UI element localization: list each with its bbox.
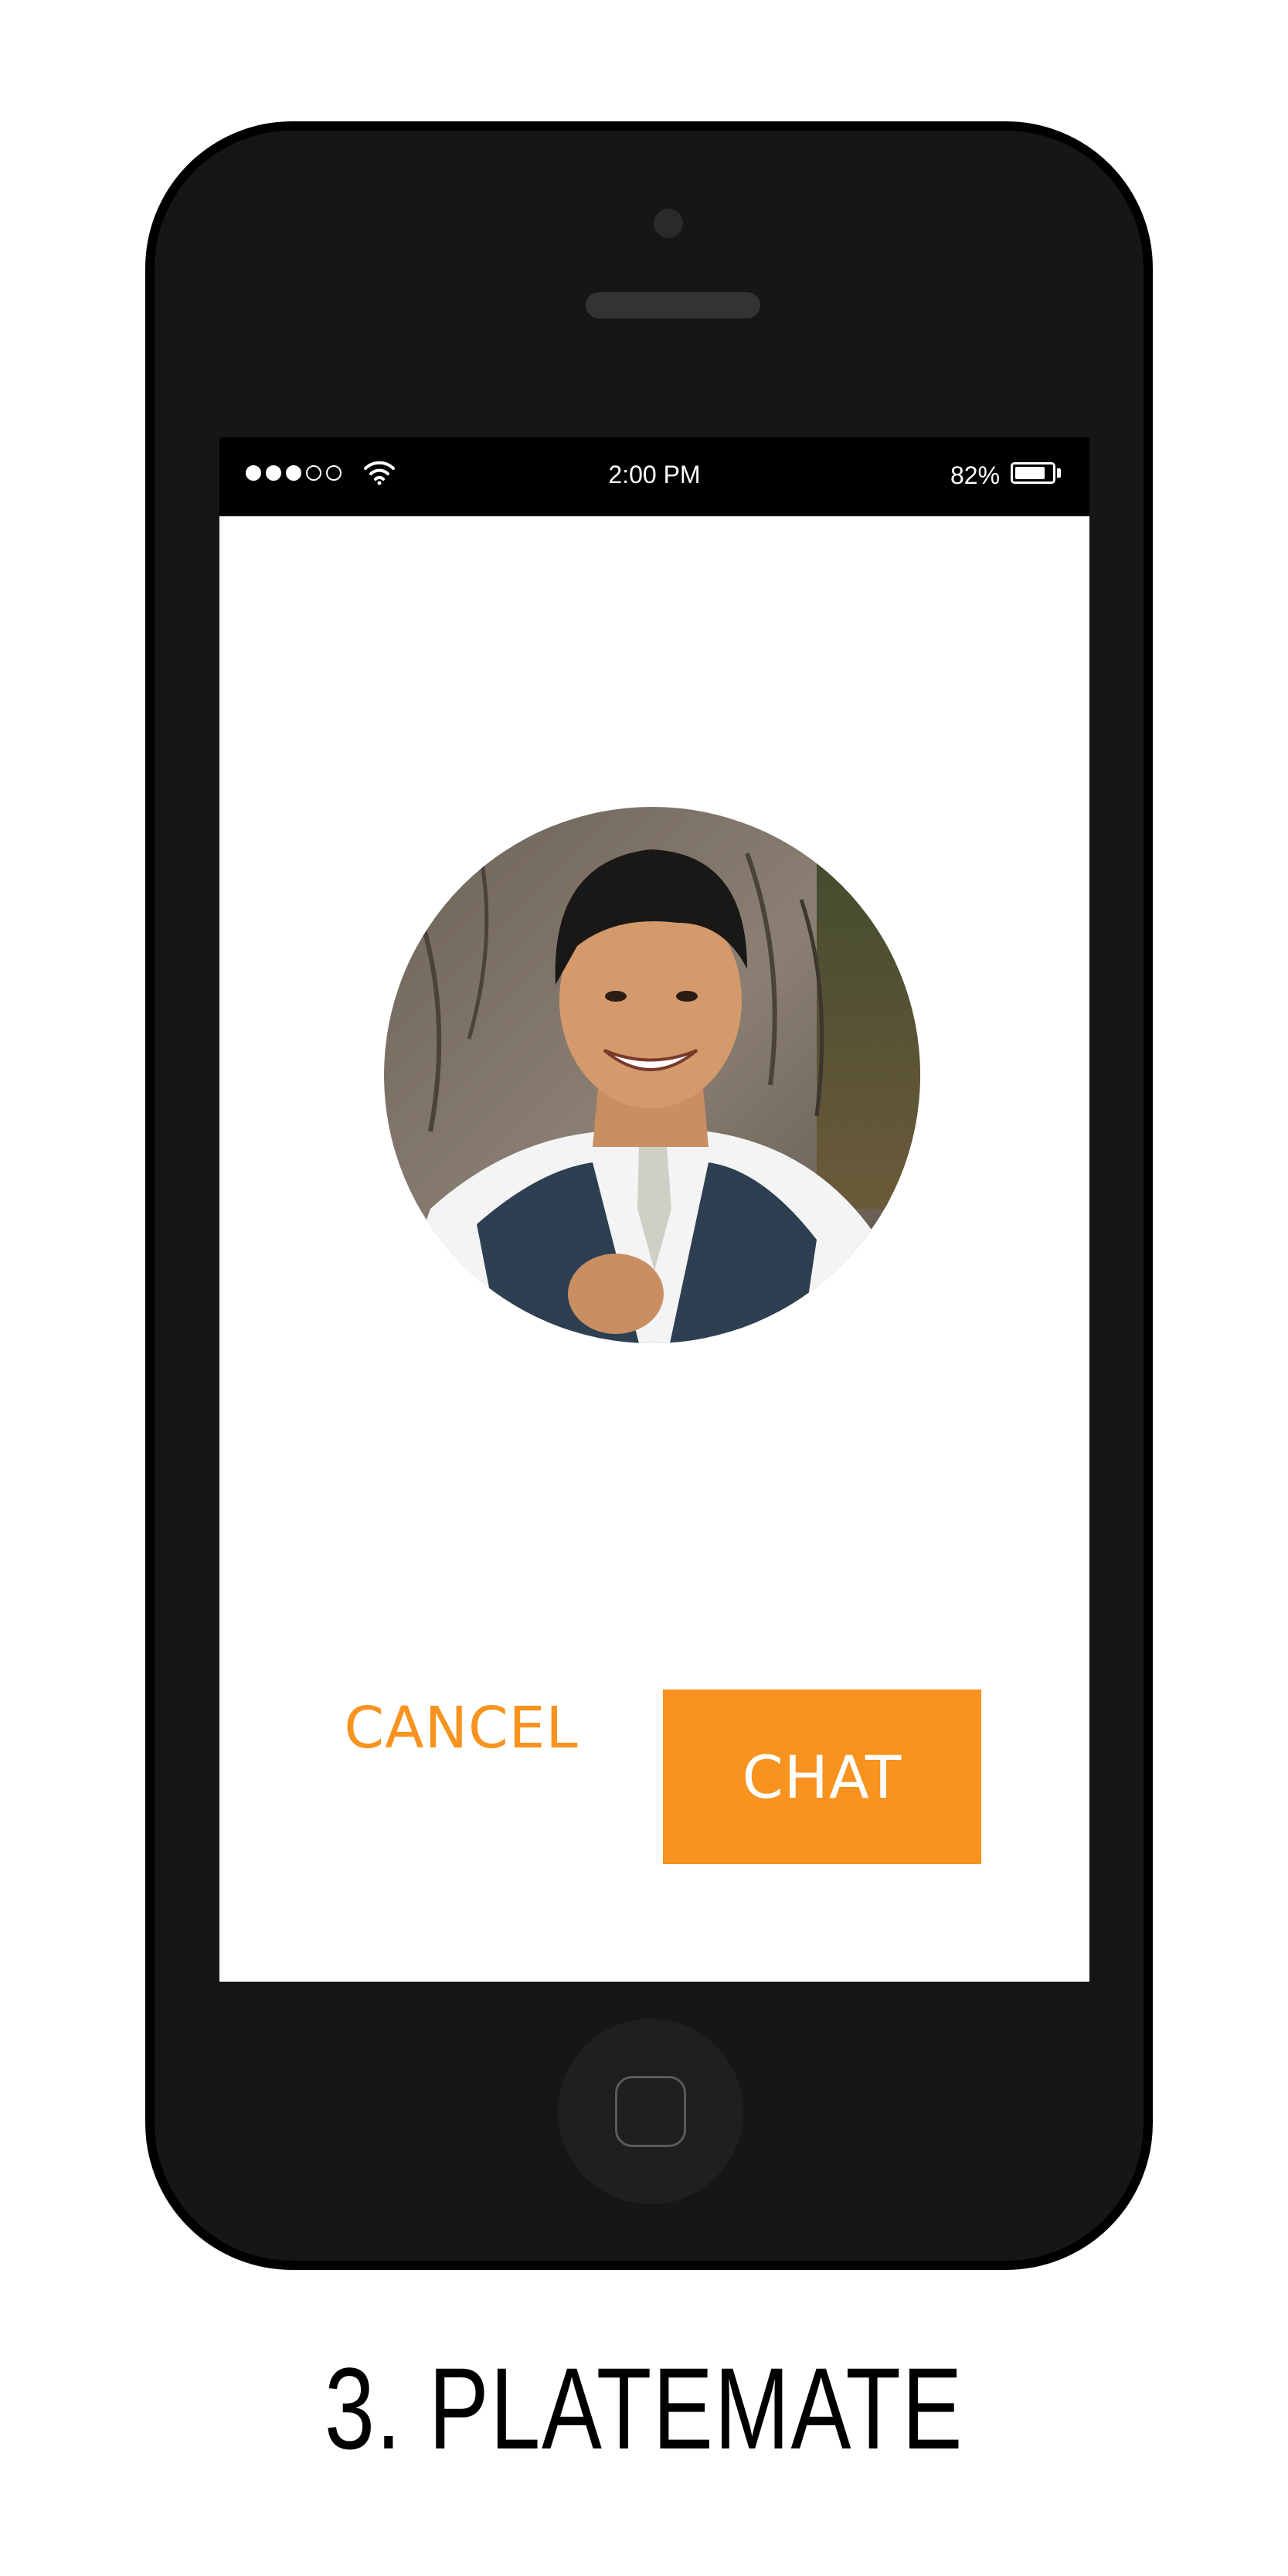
battery-level-fill	[1015, 467, 1045, 479]
front-camera	[654, 209, 683, 238]
home-square-icon	[615, 2076, 686, 2147]
screen-caption: 3. PLATEMATE	[324, 2343, 964, 2473]
battery-tip	[1057, 468, 1061, 478]
home-button[interactable]	[558, 2019, 743, 2204]
phone-screen: 2:00 PM 82% CANCEL CHAT	[219, 437, 1089, 1982]
cancel-button[interactable]: CANCEL	[335, 1682, 587, 1775]
avatar	[384, 807, 920, 1343]
battery-icon	[1011, 462, 1055, 484]
battery-percent: 82%	[950, 461, 1001, 489]
status-bar: 2:00 PM 82%	[219, 437, 1089, 516]
earpiece-speaker	[586, 292, 760, 318]
chat-button[interactable]: CHAT	[663, 1690, 981, 1864]
profile-photo-icon	[384, 807, 920, 1343]
